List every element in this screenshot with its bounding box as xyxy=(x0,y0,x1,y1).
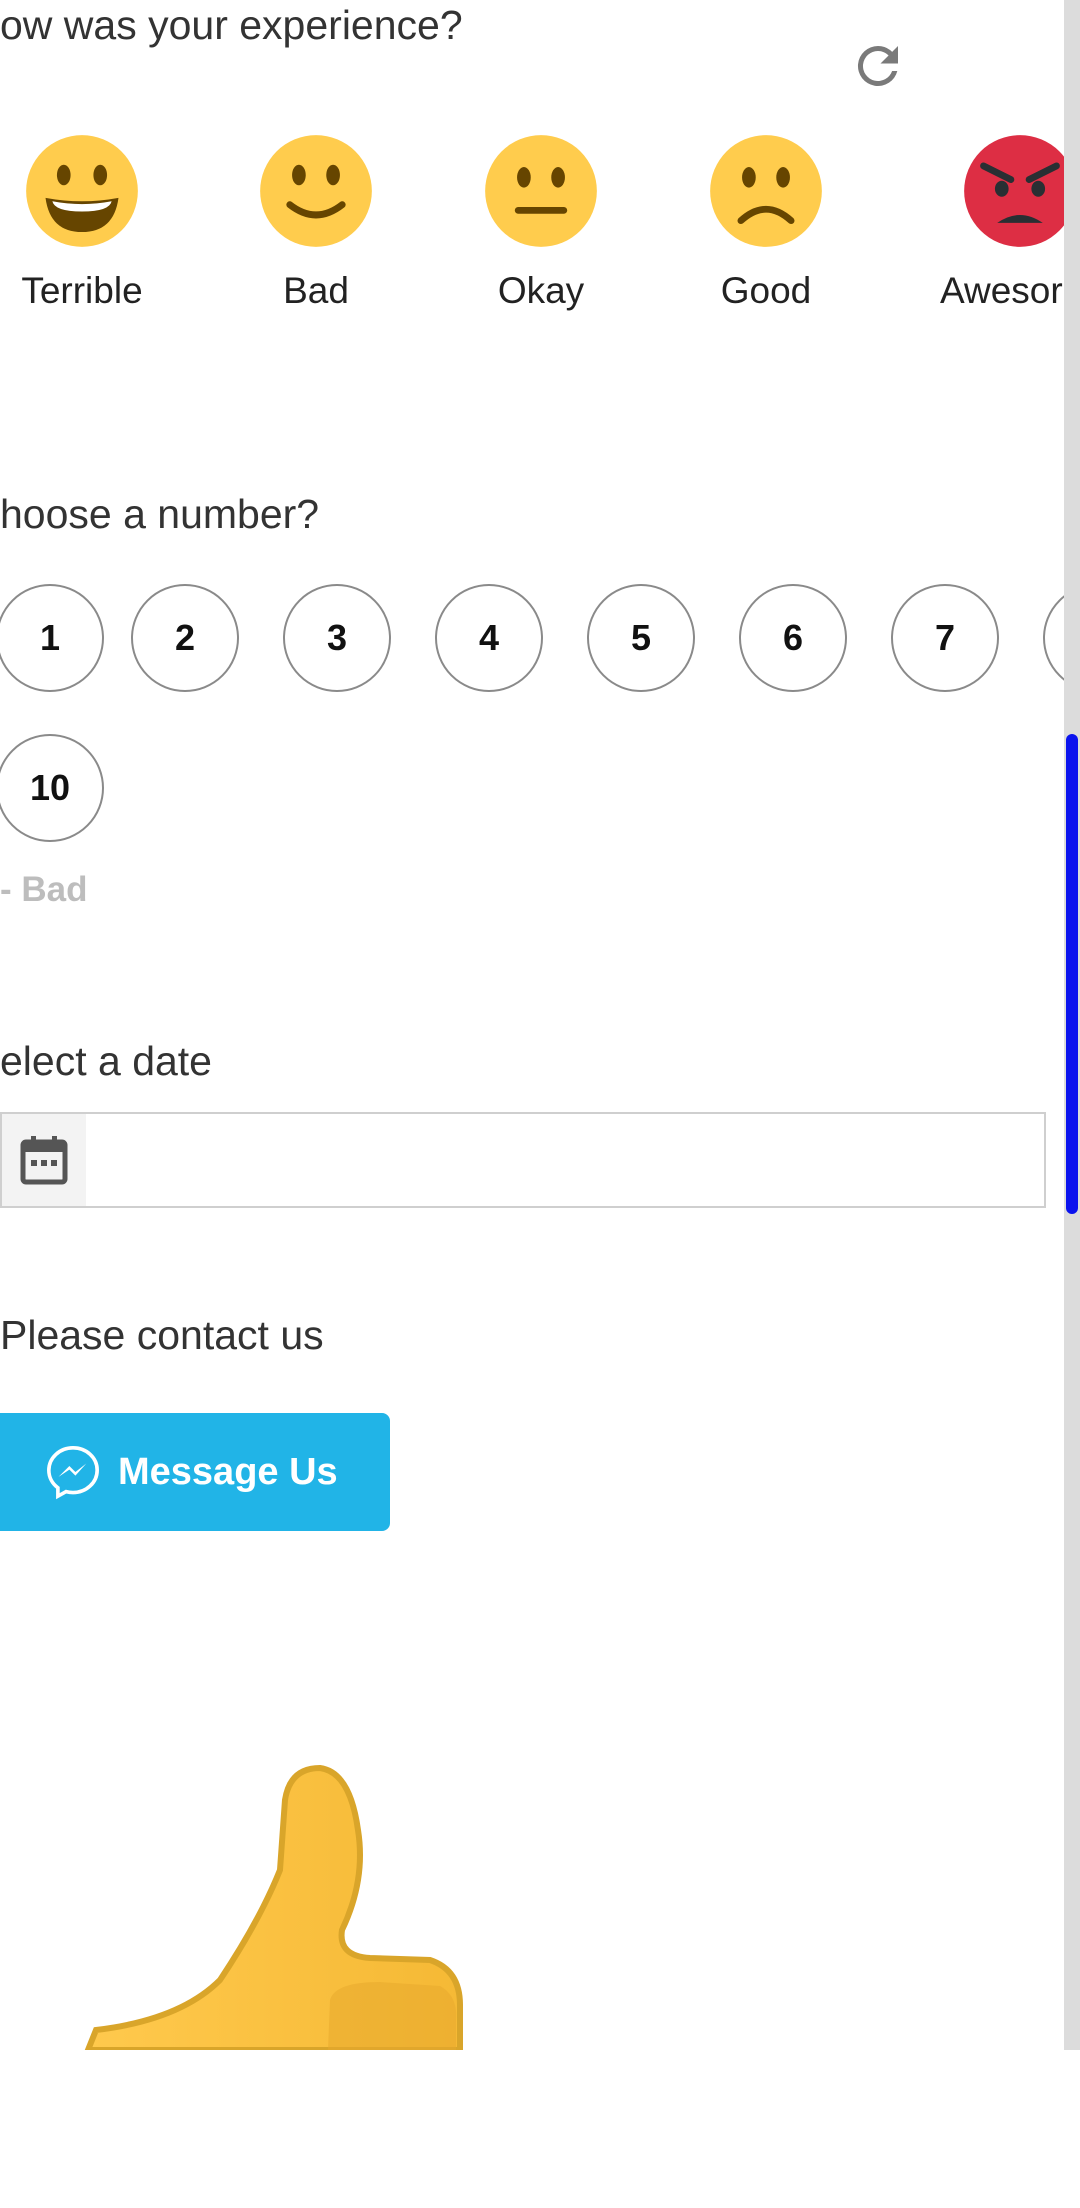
scale-hint: - Bad xyxy=(0,870,88,909)
experience-option-terrible[interactable]: Terrible xyxy=(0,134,182,312)
experience-option-label: Bad xyxy=(283,270,349,311)
smiling-face-icon xyxy=(260,135,372,247)
number-option-5[interactable]: 5 xyxy=(587,584,695,692)
experience-option-bad[interactable]: Bad xyxy=(216,134,416,312)
survey-viewport: ow was your experience? Terrible Bad Oka… xyxy=(0,0,1064,2050)
experience-option-label: Okay xyxy=(497,270,585,311)
date-picker xyxy=(0,1112,1046,1208)
neutral-face-icon xyxy=(485,135,597,247)
date-input[interactable] xyxy=(86,1112,1046,1208)
number-option-6[interactable]: 6 xyxy=(739,584,847,692)
experience-option-label: Good xyxy=(720,270,812,311)
grinning-face-icon xyxy=(26,135,138,247)
messenger-icon xyxy=(47,1446,99,1500)
message-us-button[interactable]: Message Us xyxy=(0,1413,390,1531)
experience-option-okay[interactable]: Okay xyxy=(441,134,641,312)
vertical-scrollbar[interactable] xyxy=(1064,0,1080,2050)
experience-option-awesome[interactable]: Awesor xyxy=(920,134,1064,312)
calendar-icon xyxy=(20,1136,68,1185)
scrollbar-thumb[interactable] xyxy=(1066,734,1078,1214)
experience-option-label: Awesor xyxy=(940,270,1063,311)
angry-face-icon xyxy=(964,135,1064,247)
number-option-1[interactable]: 1 xyxy=(0,584,104,692)
experience-option-label: Terrible xyxy=(21,270,143,311)
date-question: elect a date xyxy=(0,1038,212,1084)
message-us-label: Message Us xyxy=(118,1450,338,1493)
frowning-face-icon xyxy=(710,135,822,247)
calendar-button[interactable] xyxy=(0,1112,88,1208)
number-question: hoose a number? xyxy=(0,491,320,537)
number-option-4[interactable]: 4 xyxy=(435,584,543,692)
contact-question: Please contact us xyxy=(0,1312,324,1358)
thumbs-up-image xyxy=(84,1764,463,2050)
number-option-partial[interactable] xyxy=(1043,584,1064,692)
number-option-3[interactable]: 3 xyxy=(283,584,391,692)
experience-question: ow was your experience? xyxy=(0,2,463,48)
number-option-7[interactable]: 7 xyxy=(891,584,999,692)
refresh-icon[interactable] xyxy=(848,36,908,96)
number-option-2[interactable]: 2 xyxy=(131,584,239,692)
number-option-10[interactable]: 10 xyxy=(0,734,104,842)
experience-option-good[interactable]: Good xyxy=(666,134,866,312)
